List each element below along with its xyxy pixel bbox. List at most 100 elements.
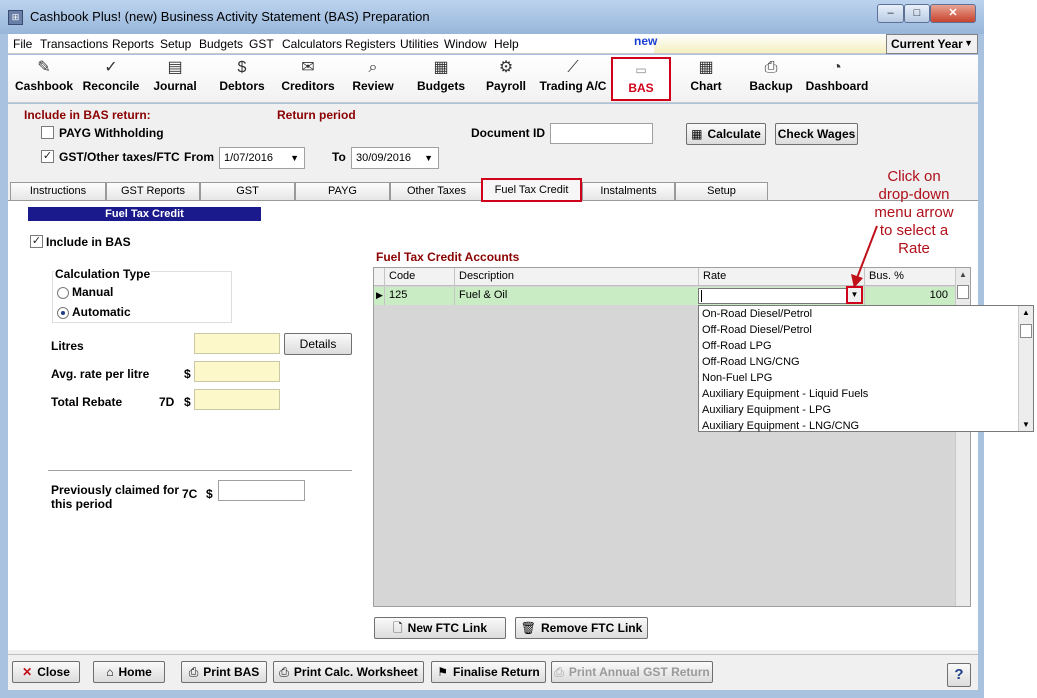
toolbar-label: Cashbook (14, 79, 73, 93)
payg-checkbox[interactable] (41, 126, 54, 139)
toolbar-label: Trading A/C (539, 79, 607, 93)
manual-radio[interactable] (57, 287, 69, 299)
dollar-icon: $ (237, 59, 247, 76)
toolbar-trading-button[interactable]: ⟋ Trading A/C (538, 57, 608, 101)
home-button[interactable]: ⌂ Home (93, 661, 165, 683)
minimize-button[interactable]: – (877, 4, 904, 23)
chevron-down-icon: ▼ (290, 153, 299, 163)
calculate-button[interactable]: ▦ Calculate (686, 123, 766, 145)
tab-other-taxes[interactable]: Other Taxes (390, 182, 483, 200)
col-rate[interactable]: Rate (698, 268, 864, 286)
litres-label: Litres (51, 339, 84, 353)
rate-option[interactable]: Non-Fuel LPG (702, 372, 772, 384)
bas-tabs: Instructions GST Reports GST PAYG Other … (8, 178, 978, 202)
scroll-thumb[interactable] (957, 285, 969, 299)
printer-icon: ⎙ (188, 665, 199, 679)
toolbar-label: Reconcile (82, 79, 140, 93)
row-code[interactable]: 125 (384, 287, 454, 305)
col-code[interactable]: Code (384, 268, 454, 286)
toolbar-budgets-button[interactable]: ▦ Budgets (412, 57, 470, 101)
title-bar[interactable]: ⊞ Cashbook Plus! (new) Business Activity… (0, 0, 984, 34)
menu-file[interactable]: File (13, 37, 32, 51)
menu-window[interactable]: Window (444, 37, 487, 51)
remove-ftc-link-button[interactable]: 🗑 Remove FTC Link (515, 617, 648, 639)
dropdown-scrollbar[interactable]: ▲ ▼ (1018, 306, 1033, 431)
tab-gst-reports[interactable]: GST Reports (106, 182, 200, 200)
gst-checkbox[interactable]: ✓ (41, 150, 54, 163)
col-description[interactable]: Description (454, 268, 698, 286)
toolbar-reconcile-button[interactable]: ✓ Reconcile (80, 57, 142, 101)
prev-claimed-code: 7C (182, 487, 198, 501)
total-rebate-input[interactable] (194, 389, 280, 410)
toolbar-chart-button[interactable]: ▦ Chart (678, 57, 734, 101)
prev-claimed-input[interactable] (218, 480, 305, 501)
rate-option[interactable]: Off-Road LPG (702, 340, 772, 352)
toolbar-bas-button[interactable]: ▭ BAS (611, 57, 671, 101)
menu-utilities[interactable]: Utilities (400, 37, 439, 51)
details-button[interactable]: Details (284, 333, 352, 355)
to-date-select[interactable]: 30/09/2016 ▼ (351, 147, 439, 169)
rate-option[interactable]: Off-Road Diesel/Petrol (702, 324, 812, 336)
print-bas-button[interactable]: ⎙ Print BAS (181, 661, 267, 683)
tab-payg[interactable]: PAYG (295, 182, 390, 200)
menu-gst[interactable]: GST (249, 37, 274, 51)
toolbar-label: Budgets (417, 79, 465, 93)
rate-option[interactable]: Auxiliary Equipment - LNG/CNG (702, 420, 859, 432)
tab-fuel-tax-credit[interactable]: Fuel Tax Credit (481, 178, 582, 202)
toolbar-cashbook-button[interactable]: ✎ Cashbook (12, 57, 76, 101)
close-x-icon: ✕ (22, 665, 33, 679)
tab-setup[interactable]: Setup (675, 182, 768, 200)
toolbar-creditors-button[interactable]: ✉ Creditors (276, 57, 340, 101)
window-title: Cashbook Plus! (new) Business Activity S… (30, 9, 430, 24)
toolbar-review-button[interactable]: ⌕ Review (344, 57, 402, 101)
print-calc-worksheet-button[interactable]: ⎙ Print Calc. Worksheet (273, 661, 424, 683)
automatic-radio[interactable] (57, 307, 69, 319)
year-select[interactable]: Current Year ▼ (886, 34, 978, 54)
toolbar-payroll-button[interactable]: ⚙ Payroll (478, 57, 534, 101)
document-id-input[interactable] (550, 123, 653, 144)
rate-option[interactable]: On-Road Diesel/Petrol (702, 308, 812, 320)
menu-budgets[interactable]: Budgets (199, 37, 243, 51)
litres-input[interactable] (194, 333, 280, 354)
tab-instalments[interactable]: Instalments (582, 182, 675, 200)
scroll-up-icon: ▲ (1022, 308, 1030, 317)
check-wages-button[interactable]: Check Wages (775, 123, 858, 145)
finalise-label: Finalise Return (453, 665, 540, 679)
rate-select[interactable] (698, 288, 860, 304)
rate-option[interactable]: Auxiliary Equipment - Liquid Fuels (702, 388, 868, 400)
main-toolbar: ✎ Cashbook ✓ Reconcile ▤ Journal $ Debto… (8, 55, 978, 103)
toolbar-debtors-button[interactable]: $ Debtors (212, 57, 272, 101)
toolbar-label: Dashboard (805, 79, 869, 93)
avg-rate-dollar: $ (184, 367, 191, 381)
chevron-down-icon: ▼ (850, 290, 859, 299)
from-date-select[interactable]: 1/07/2016 ▼ (219, 147, 305, 169)
budgets-icon: ▦ (433, 59, 449, 76)
row-description[interactable]: Fuel & Oil (454, 287, 698, 305)
tab-instructions[interactable]: Instructions (10, 182, 106, 200)
toolbar-backup-button[interactable]: ⎙ Backup (744, 57, 798, 101)
menu-registers[interactable]: Registers (345, 37, 396, 51)
new-ftc-link-button[interactable]: 🗋 New FTC Link (374, 617, 506, 639)
menu-help[interactable]: Help (494, 37, 519, 51)
menu-setup[interactable]: Setup (160, 37, 191, 51)
print-annual-gst-button[interactable]: ⎙ Print Annual GST Return (551, 661, 713, 683)
scroll-thumb[interactable] (1020, 324, 1032, 338)
maximize-button[interactable]: □ (904, 4, 930, 23)
menu-transactions[interactable]: Transactions (40, 37, 108, 51)
avg-rate-input[interactable] (194, 361, 280, 382)
menu-calculators[interactable]: Calculators (282, 37, 342, 51)
rate-option[interactable]: Auxiliary Equipment - LPG (702, 404, 831, 416)
include-in-bas-checkbox[interactable]: ✓ (30, 235, 43, 248)
to-label: To (332, 150, 346, 164)
rate-option[interactable]: Off-Road LNG/CNG (702, 356, 800, 368)
toolbar-dashboard-button[interactable]: ◔ Dashboard (802, 57, 872, 101)
close-window-button[interactable]: ✕ (930, 4, 976, 23)
automatic-label: Automatic (72, 305, 131, 319)
help-button[interactable]: ? (947, 663, 971, 687)
tab-gst[interactable]: GST (200, 182, 295, 200)
chart-line-icon: ⟋ (567, 59, 579, 76)
close-button[interactable]: ✕ Close (12, 661, 80, 683)
menu-reports[interactable]: Reports (112, 37, 154, 51)
toolbar-journal-button[interactable]: ▤ Journal (146, 57, 204, 101)
finalise-return-button[interactable]: ⚑ Finalise Return (431, 661, 546, 683)
